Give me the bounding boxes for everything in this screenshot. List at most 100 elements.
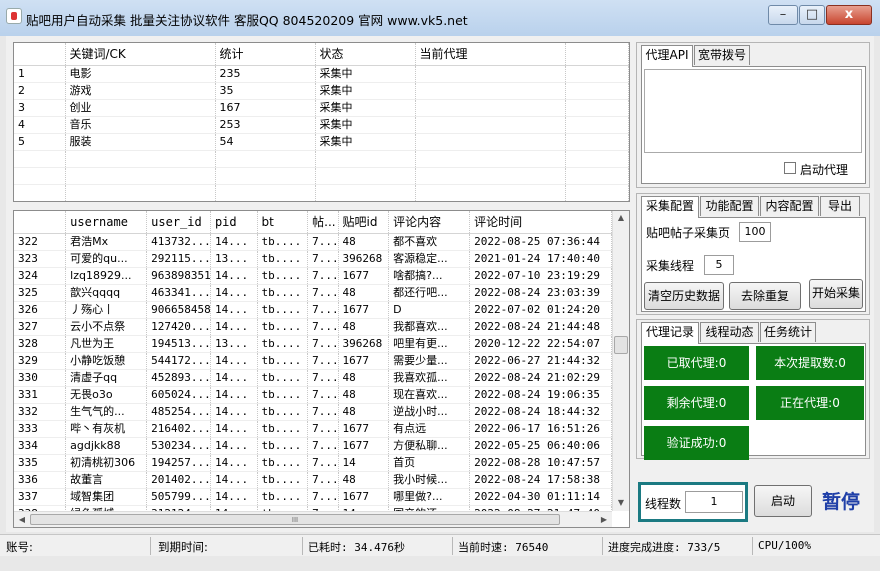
table-cell: 235 bbox=[215, 65, 316, 83]
thread-count-input[interactable]: 1 bbox=[685, 491, 743, 513]
table-cell: D bbox=[388, 301, 471, 319]
table-cell: tb.... bbox=[257, 386, 309, 404]
table-row[interactable]: 327 云小不点祭 127420... 14... tb.... 7... 48 我都喜欢..… bbox=[14, 318, 612, 336]
column-header: pid bbox=[210, 211, 258, 234]
tab-task-stats[interactable]: 任务统计 bbox=[760, 322, 816, 342]
table-row[interactable]: 331 无畏o3o 605024... 14... tb.... 7... 48 现在喜欢..… bbox=[14, 386, 612, 404]
table-cell: 音乐 bbox=[65, 116, 216, 134]
tab-function-config[interactable]: 功能配置 bbox=[700, 196, 759, 216]
minimize-button[interactable]: – bbox=[768, 5, 798, 25]
status-divider bbox=[602, 537, 603, 555]
table-row[interactable]: 323 可爱的qu... 292115... 13... tb.... 7... 39626… bbox=[14, 250, 612, 268]
hscroll-thumb[interactable]: III bbox=[30, 514, 560, 525]
scroll-right-icon[interactable]: ▶ bbox=[598, 515, 610, 524]
table-cell: 1677 bbox=[338, 420, 390, 438]
table-cell bbox=[565, 150, 629, 168]
pause-button[interactable]: 暂停 bbox=[822, 487, 860, 514]
close-button[interactable]: x bbox=[826, 5, 872, 25]
table-cell: 13... bbox=[210, 335, 258, 353]
table-row[interactable]: 4 音乐 253 采集中 bbox=[14, 116, 629, 134]
table-cell: 7... bbox=[307, 403, 339, 421]
enable-proxy-checkbox[interactable] bbox=[784, 162, 796, 174]
scroll-down-icon[interactable]: ▼ bbox=[613, 498, 629, 507]
table-cell: 7... bbox=[307, 250, 339, 268]
threads-input[interactable]: 5 bbox=[704, 255, 734, 275]
table-cell: 1677 bbox=[338, 437, 390, 455]
tab-thread-activity[interactable]: 线程动态 bbox=[700, 322, 759, 342]
dedupe-button[interactable]: 去除重复 bbox=[729, 282, 801, 310]
table-cell: 452893... bbox=[146, 369, 211, 387]
table-cell: 396268 bbox=[338, 335, 390, 353]
tab-content-config[interactable]: 内容配置 bbox=[760, 196, 819, 216]
table-cell: 14... bbox=[210, 437, 258, 455]
start-collect-button[interactable]: 开始采集 bbox=[809, 279, 863, 309]
table-cell: 可爱的qu... bbox=[65, 250, 148, 268]
keyword-table[interactable]: 关键词/CK 统计 状态 当前代理 1 电影 235 采集中 2 游戏 35 采集中 3 创业 167 采集… bbox=[13, 42, 630, 202]
table-row[interactable]: 322 君浩Mx 413732... 14... tb.... 7... 48 都不喜欢 202… bbox=[14, 233, 612, 251]
table-row[interactable] bbox=[14, 184, 629, 201]
table-row[interactable]: 334 agdjkk88 530234... 14... tb.... 7... 1677 方… bbox=[14, 437, 612, 455]
table-cell: 7... bbox=[307, 284, 339, 302]
table-cell: tb.... bbox=[257, 335, 309, 353]
pages-input[interactable]: 100 bbox=[739, 222, 771, 242]
user-table-vscroll[interactable]: ▲ ▼ bbox=[612, 211, 629, 511]
table-row[interactable]: 324 lzq18929... 963898351 14... tb.... 7... 16… bbox=[14, 267, 612, 285]
table-row[interactable]: 325 歆兴qqqq 463341... 14... tb.... 7... 48 都还行吧.… bbox=[14, 284, 612, 302]
table-row[interactable]: 5 服装 54 采集中 bbox=[14, 133, 629, 151]
user-table-hscroll[interactable]: ◀ III ▶ bbox=[14, 511, 612, 527]
table-cell bbox=[65, 184, 216, 201]
table-cell: 2022-08-24 18:44:32 bbox=[469, 403, 612, 421]
column-header: 当前代理 bbox=[415, 43, 566, 66]
tab-collect-config[interactable]: 采集配置 bbox=[641, 196, 699, 218]
table-cell: 小静吃饭憩 bbox=[65, 352, 148, 370]
table-row[interactable] bbox=[14, 167, 629, 185]
table-row[interactable]: 336 故董言 201402... 14... tb.... 7... 48 我小时候... 2… bbox=[14, 471, 612, 489]
table-row[interactable]: 1 电影 235 采集中 bbox=[14, 65, 629, 83]
table-row[interactable] bbox=[14, 150, 629, 168]
table-row[interactable]: 332 生气气的... 485254... 14... tb.... 7... 48 逆战小时… bbox=[14, 403, 612, 421]
table-cell bbox=[565, 167, 629, 185]
table-cell: 253 bbox=[215, 116, 316, 134]
table-row[interactable]: 335 初清桃初306 194257... 14... tb.... 7... 14 首页 20… bbox=[14, 454, 612, 472]
table-cell bbox=[565, 65, 629, 83]
table-cell: 5 bbox=[14, 133, 66, 151]
table-cell: 2022-08-24 19:06:35 bbox=[469, 386, 612, 404]
table-cell: 现在喜欢... bbox=[388, 386, 471, 404]
table-cell: 2022-04-30 01:11:14 bbox=[469, 488, 612, 506]
expire-label: 到期时间: bbox=[158, 540, 208, 554]
scroll-up-icon[interactable]: ▲ bbox=[613, 213, 629, 222]
vscroll-thumb[interactable] bbox=[614, 336, 628, 354]
start-button[interactable]: 启动 bbox=[754, 485, 812, 517]
scroll-left-icon[interactable]: ◀ bbox=[16, 515, 28, 524]
table-cell: 方便私聊... bbox=[388, 437, 471, 455]
table-row[interactable]: 3 创业 167 采集中 bbox=[14, 99, 629, 117]
table-cell: 采集中 bbox=[315, 65, 416, 83]
table-cell: 14... bbox=[210, 420, 258, 438]
tab-proxy-api[interactable]: 代理API bbox=[641, 45, 693, 67]
table-cell: 963898351 bbox=[146, 267, 211, 285]
proxy-records-page: 已取代理:0 本次提取数:0 剩余代理:0 正在代理:0 验证成功:0 bbox=[641, 343, 866, 460]
table-cell: 4 bbox=[14, 116, 66, 134]
tab-proxy-records[interactable]: 代理记录 bbox=[641, 322, 699, 344]
table-cell: 7... bbox=[307, 369, 339, 387]
table-row[interactable]: 337 域智集团 505799... 14... tb.... 7... 1677 哪里做?.… bbox=[14, 488, 612, 506]
tab-broadband-dial[interactable]: 宽带拨号 bbox=[694, 45, 750, 65]
extracted-count-box: 本次提取数:0 bbox=[756, 346, 864, 380]
table-cell: 生气气的... bbox=[65, 403, 148, 421]
table-row[interactable]: 326 丿殇心丨 906658458 14... tb.... 7... 1677 D 2022… bbox=[14, 301, 612, 319]
tab-export[interactable]: 导出 bbox=[820, 196, 860, 216]
column-header: 状态 bbox=[315, 43, 416, 66]
maximize-button[interactable]: □ bbox=[799, 5, 825, 25]
user-table[interactable]: username user_id pid bt 帖... 贴吧id 评论内容 评论时间 322… bbox=[13, 210, 630, 528]
table-cell bbox=[415, 184, 566, 201]
table-row[interactable]: 330 清虚子qq 452893... 14... tb.... 7... 48 我喜欢孤..… bbox=[14, 369, 612, 387]
proxy-api-textarea[interactable] bbox=[644, 69, 862, 153]
table-cell: 7... bbox=[307, 420, 339, 438]
clear-history-button[interactable]: 清空历史数据 bbox=[644, 282, 724, 310]
table-row[interactable]: 329 小静吃饭憩 544172... 14... tb.... 7... 1677 需要少量… bbox=[14, 352, 612, 370]
table-cell: 故董言 bbox=[65, 471, 148, 489]
table-cell: 2022-07-02 01:24:20 bbox=[469, 301, 612, 319]
table-row[interactable]: 333 哔丶有灰机 216402... 14... tb.... 7... 1677 有点远 2… bbox=[14, 420, 612, 438]
table-row[interactable]: 328 凡世为王 194513... 13... tb.... 7... 396268 吧里有… bbox=[14, 335, 612, 353]
table-row[interactable]: 2 游戏 35 采集中 bbox=[14, 82, 629, 100]
